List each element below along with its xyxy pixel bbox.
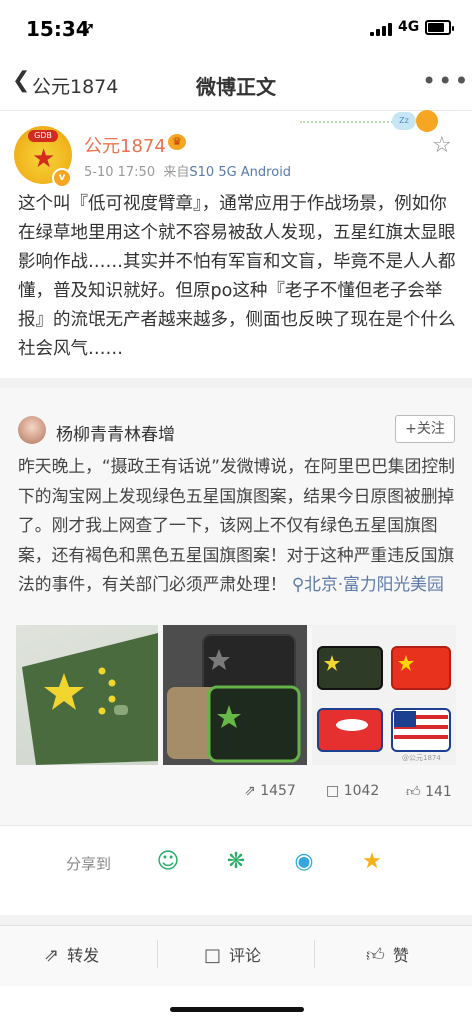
- comment-icon: □: [204, 945, 222, 966]
- location-tag[interactable]: ⚲北京·富力阳光美园: [292, 574, 444, 594]
- follow-button[interactable]: +关注: [395, 415, 455, 443]
- repost-button[interactable]: ⇗ 转发: [44, 942, 99, 966]
- thumbs-up-icon: 👍︎: [406, 784, 421, 800]
- battery-icon: [425, 20, 454, 35]
- signal-icon: [370, 22, 394, 36]
- qq-icon[interactable]: ◉: [288, 846, 320, 878]
- source-prefix: 来自: [163, 165, 190, 180]
- share-out-icon: ⇗: [244, 783, 256, 799]
- like-count[interactable]: 👍︎ 141: [406, 783, 452, 800]
- share-label: 分享到: [66, 855, 112, 873]
- thumbs-up-icon: 👍︎: [366, 945, 385, 966]
- home-indicator: [170, 1007, 304, 1012]
- repost-count[interactable]: ⇗ 1457: [244, 783, 296, 799]
- wechat-icon[interactable]: ☺: [152, 846, 184, 878]
- divider: [0, 378, 472, 388]
- verified-icon: v: [52, 168, 72, 188]
- sleep-cloud-icon: Zz: [392, 112, 416, 130]
- nav-bar: ❮ 公元1874 微博正文 •••: [0, 58, 472, 111]
- crown-icon: ♛: [168, 134, 186, 150]
- favorite-star-icon[interactable]: ☆: [432, 133, 452, 158]
- post-text: 这个叫『低可视度臂章』，通常应用于作战场景，例如你在绿草地里用这个就不容易被敌人…: [18, 194, 456, 359]
- repost-icon: ⇗: [44, 945, 60, 966]
- like-button[interactable]: 👍︎ 赞: [366, 942, 409, 966]
- image-watermark: @公元1874: [402, 754, 441, 762]
- status-time: 15:34: [26, 17, 90, 41]
- status-bar: 15:34 ➚ 4G: [0, 0, 472, 58]
- qzone-star-icon[interactable]: ★: [356, 846, 388, 878]
- repost-text: 昨天晚上，“摄政王有话说”发微博说，在阿里巴巴集团控制下的淘宝网上发现绿色五星国…: [18, 452, 458, 600]
- more-icon[interactable]: •••: [422, 67, 470, 95]
- comment-icon: □: [326, 783, 340, 799]
- patch-image-black-brown[interactable]: [163, 625, 307, 765]
- post-meta: 5-10 17:50 来自S10 5G Android: [84, 161, 291, 180]
- divider: [0, 825, 472, 826]
- bottom-toolbar: ⇗ 转发 □ 评论 👍︎ 赞: [0, 925, 472, 986]
- location-arrow-icon: ➚: [82, 18, 96, 37]
- repost-avatar[interactable]: [18, 416, 46, 444]
- toolbar-divider: [314, 940, 315, 968]
- star-icon: ★: [32, 144, 56, 174]
- toolbar-divider: [157, 940, 158, 968]
- post-source[interactable]: S10 5G Android: [189, 165, 291, 180]
- location-pin-icon: ⚲: [291, 574, 305, 594]
- page-title: 微博正文: [196, 75, 276, 99]
- comment-button[interactable]: □ 评论: [204, 942, 261, 966]
- network-type: 4G: [398, 19, 420, 35]
- decoration-line: [300, 121, 404, 123]
- divider: [0, 915, 472, 925]
- sticker-icon: [416, 110, 438, 132]
- avatar-badge: GDB: [28, 130, 58, 142]
- patch-image-flags[interactable]: @公元1874: [312, 625, 456, 765]
- moments-icon[interactable]: ❋: [220, 846, 252, 878]
- repost-username[interactable]: 杨柳青青林春增: [56, 420, 175, 445]
- comment-count[interactable]: □ 1042: [326, 783, 379, 799]
- patch-image-green[interactable]: [16, 625, 158, 765]
- post-username[interactable]: 公元1874: [84, 132, 166, 158]
- post-date: 5-10 17:50: [84, 165, 156, 180]
